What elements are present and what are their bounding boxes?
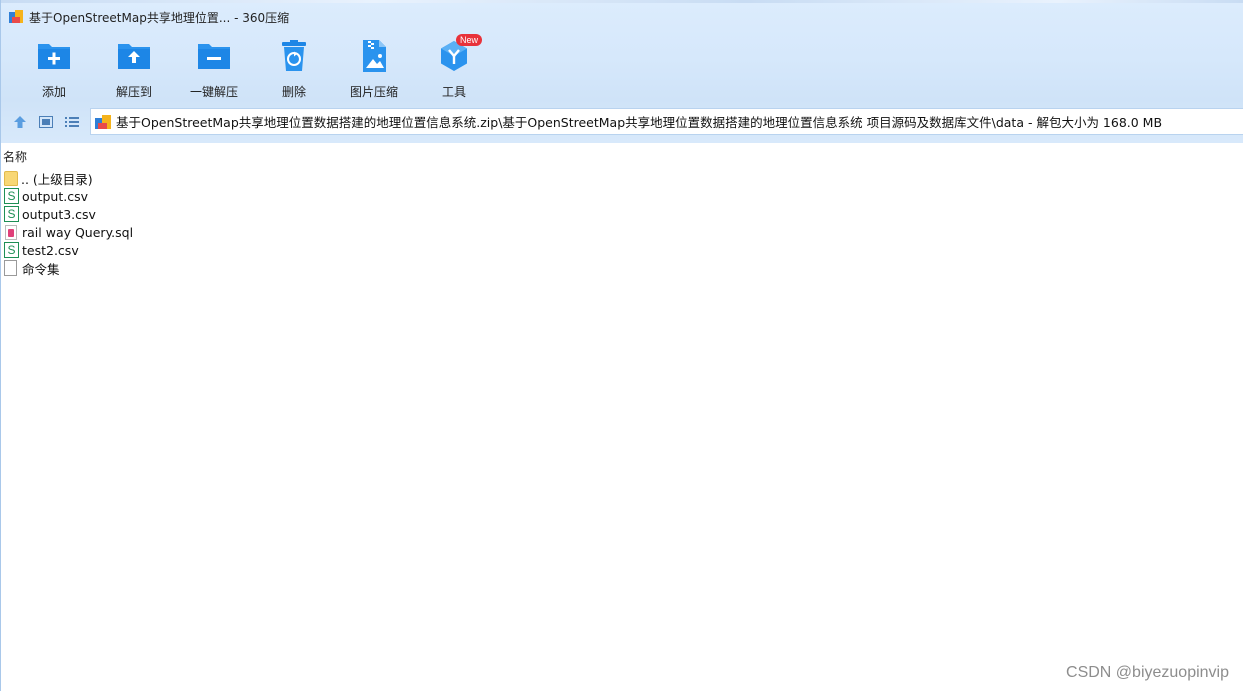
new-badge: New [456,34,483,46]
file-list: .. (上级目录) S output.csv S output3.csv rai… [4,169,133,277]
list-view-icon [65,117,79,127]
csv-file-icon: S [4,206,19,222]
add-button[interactable]: 添加 [14,36,94,100]
extract-to-button[interactable]: 解压到 [94,36,174,100]
folder-extract-icon [116,38,152,74]
add-label: 添加 [41,85,66,99]
watermark: CSDN @biyezuopinvip [1066,664,1229,681]
trash-recycle-icon [276,38,312,74]
image-compress-button[interactable]: 图片压缩 [334,36,414,100]
arrow-up-icon [14,116,26,128]
window-title: 基于OpenStreetMap共享地理位置... - 360压缩 [29,10,290,25]
file-name: 命令集 [22,261,60,277]
tools-label: 工具 [441,85,466,99]
thumbnail-view-button[interactable] [37,113,55,131]
address-bar[interactable]: 基于OpenStreetMap共享地理位置数据搭建的地理位置信息系统.zip\基… [90,108,1243,135]
file-name: test2.csv [22,242,79,258]
image-compress-label: 图片压缩 [349,85,398,99]
list-item[interactable]: S output3.csv [4,205,133,223]
list-item[interactable]: S output.csv [4,187,133,205]
quick-extract-label: 一键解压 [189,85,238,99]
thumbnail-view-icon [39,116,53,128]
list-view-button[interactable] [63,113,81,131]
list-item[interactable]: 命令集 [4,259,133,277]
delete-label: 删除 [281,85,306,99]
folder-quick-extract-icon [196,38,232,74]
delete-button[interactable]: 删除 [254,36,334,100]
archive-icon [95,114,111,129]
list-item[interactable]: rail way Query.sql [4,223,133,241]
folder-icon [4,170,18,186]
file-name: output.csv [22,188,88,204]
quick-extract-button[interactable]: 一键解压 [174,36,254,100]
up-level-button[interactable] [11,113,29,131]
app-logo-icon [9,10,23,24]
app-window: 基于OpenStreetMap共享地理位置... - 360压缩 添加 解压到 … [0,0,1243,691]
tools-cube-icon: New [436,34,483,74]
main-toolbar: 添加 解压到 一键解压 删除 图片压缩 New 工具 [14,34,494,100]
csv-file-icon: S [4,188,19,204]
blank-file-icon [4,260,17,276]
image-compress-icon [356,38,392,74]
file-name: .. (上级目录) [21,171,93,187]
file-name: output3.csv [22,206,96,222]
folder-add-icon [36,38,72,74]
csv-file-icon: S [4,242,19,258]
column-header-name[interactable]: 名称 [3,148,27,165]
file-name: rail way Query.sql [22,224,134,240]
window-top-edge [1,0,1243,3]
tools-button[interactable]: New 工具 [414,34,494,100]
list-item-parent-dir[interactable]: .. (上级目录) [4,169,133,187]
list-item[interactable]: S test2.csv [4,241,133,259]
title-bar: 基于OpenStreetMap共享地理位置... - 360压缩 [9,8,289,26]
address-row: 基于OpenStreetMap共享地理位置数据搭建的地理位置信息系统.zip\基… [1,108,1243,136]
extract-to-label: 解压到 [115,85,152,99]
sql-file-icon [5,224,17,240]
address-path: 基于OpenStreetMap共享地理位置数据搭建的地理位置信息系统.zip\基… [116,115,1163,130]
